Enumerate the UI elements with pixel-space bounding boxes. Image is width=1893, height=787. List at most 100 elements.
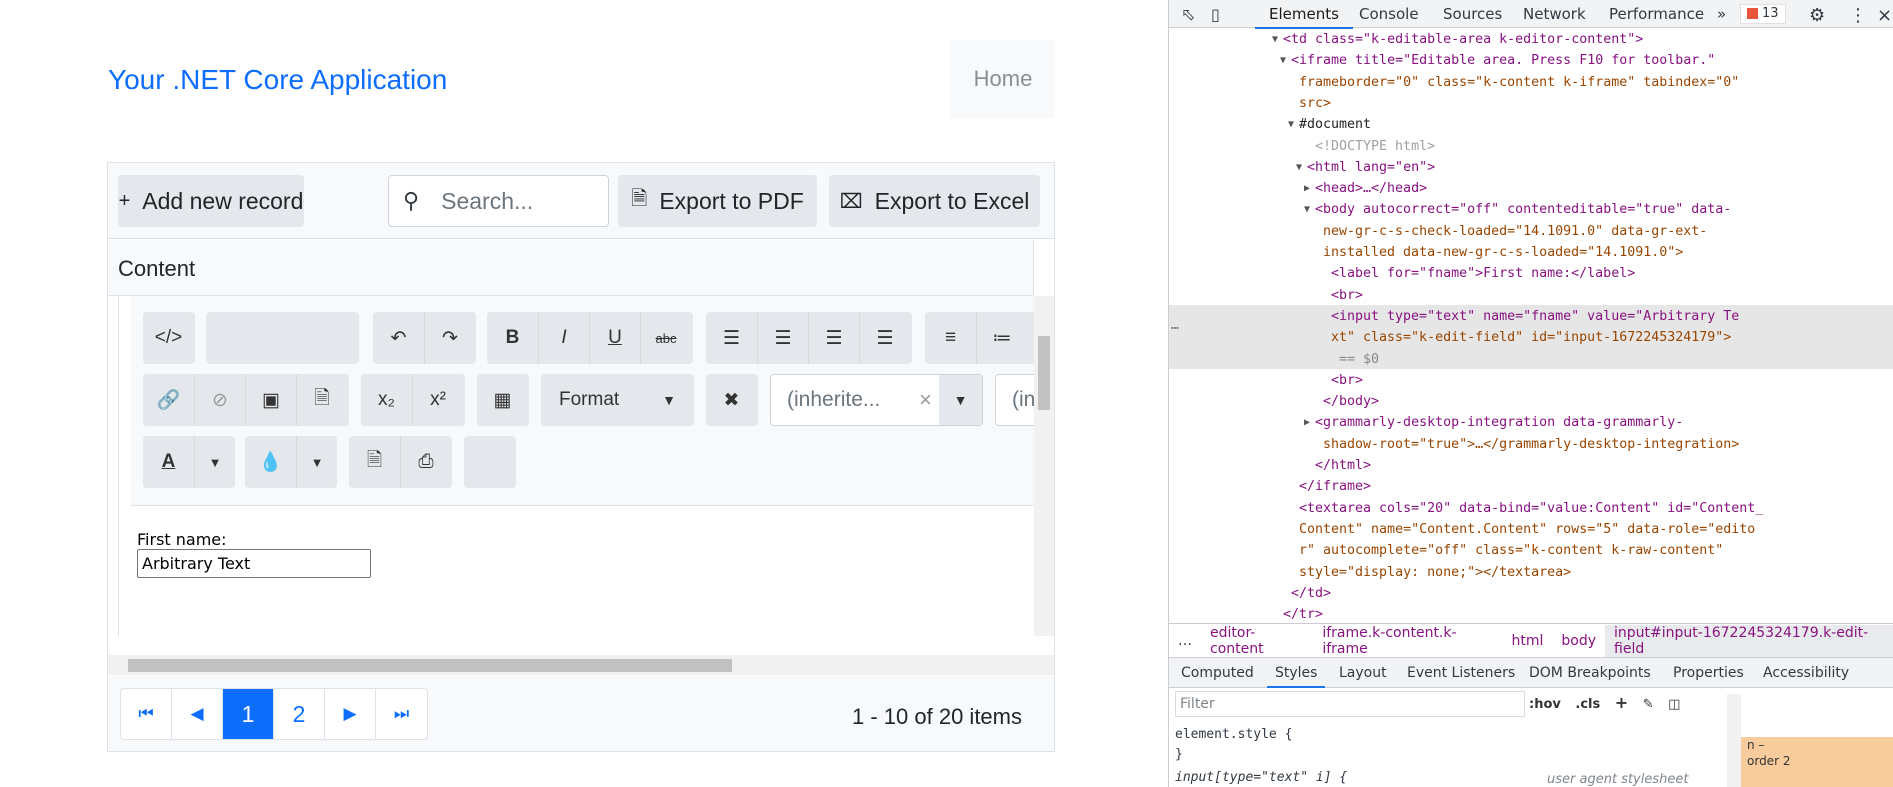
tab-console[interactable]: Console bbox=[1359, 5, 1419, 23]
more-tabs-icon[interactable]: » bbox=[1717, 5, 1726, 23]
font-color-icon[interactable]: A bbox=[143, 436, 194, 488]
expand-arrow-icon[interactable]: ▼ bbox=[1288, 114, 1294, 135]
tab-network[interactable]: Network bbox=[1523, 5, 1586, 23]
dom-node-line[interactable]: <textarea cols="20" data-bind="value:Con… bbox=[1299, 498, 1763, 519]
dom-tree[interactable]: ⋯ <td class="k-editable-area k-editor-co… bbox=[1169, 29, 1893, 623]
breadcrumb-item[interactable]: iframe.k-content.k-iframe bbox=[1313, 625, 1502, 657]
first-name-input[interactable] bbox=[137, 549, 371, 578]
align-left-icon[interactable]: ☰ bbox=[706, 312, 757, 364]
page-2-button[interactable]: 2 bbox=[274, 689, 325, 739]
numbered-list-icon[interactable]: ≔ bbox=[976, 312, 1027, 364]
tab-layout[interactable]: Layout bbox=[1339, 665, 1387, 681]
align-justify-icon[interactable]: ☰ bbox=[859, 312, 910, 364]
tab-sources[interactable]: Sources bbox=[1443, 5, 1502, 23]
dom-node-line[interactable]: <head>…</head> bbox=[1315, 178, 1427, 199]
dom-node-line[interactable]: <body autocorrect="off" contenteditable=… bbox=[1315, 199, 1731, 220]
page-1-button[interactable]: 1 bbox=[223, 689, 274, 739]
breadcrumb-more[interactable]: … bbox=[1169, 633, 1201, 649]
styles-filter-input[interactable]: Filter bbox=[1175, 691, 1525, 717]
expand-arrow-icon[interactable]: ▼ bbox=[1304, 199, 1310, 220]
dom-node-line[interactable]: shadow-root="true">…</grammarly-desktop-… bbox=[1323, 434, 1739, 455]
breadcrumb-item[interactable]: html bbox=[1503, 633, 1553, 649]
background-color-icon[interactable]: 💧 bbox=[245, 436, 296, 488]
search-box[interactable]: ⚲ Search... bbox=[388, 175, 609, 227]
dom-node-line[interactable]: <iframe title="Editable area. Press F10 … bbox=[1291, 50, 1715, 71]
first-page-icon[interactable]: ⏮ bbox=[121, 689, 172, 739]
dom-node-line[interactable]: </iframe> bbox=[1299, 476, 1371, 497]
dom-node-line[interactable]: installed data-new-gr-c-s-loaded="14.109… bbox=[1323, 242, 1683, 263]
italic-icon[interactable]: I bbox=[538, 312, 589, 364]
dom-node-line[interactable]: </html> bbox=[1315, 455, 1371, 476]
dom-node-line[interactable]: <html lang="en"> bbox=[1307, 157, 1435, 178]
align-right-icon[interactable]: ☰ bbox=[808, 312, 859, 364]
close-icon[interactable]: × bbox=[1877, 5, 1892, 26]
add-rule-icon[interactable]: + bbox=[1615, 693, 1628, 712]
subscript-icon[interactable]: x₂ bbox=[361, 374, 412, 426]
element-style-rule[interactable]: element.style { } bbox=[1175, 725, 1292, 765]
dom-node-line[interactable]: <!DOCTYPE html> bbox=[1315, 136, 1435, 157]
inspect-element-icon[interactable]: ⬁ bbox=[1181, 5, 1195, 25]
dom-node-line[interactable]: <label for="fname">First name:</label> bbox=[1331, 263, 1635, 284]
bold-icon[interactable]: B bbox=[487, 312, 538, 364]
search-input[interactable]: Search... bbox=[441, 188, 533, 215]
empty-tool-button[interactable] bbox=[464, 436, 516, 488]
image-icon[interactable]: ▣ bbox=[245, 374, 296, 426]
dom-node-line[interactable]: </td> bbox=[1291, 583, 1331, 604]
editable-area[interactable]: First name: bbox=[131, 506, 1034, 636]
dom-node-line[interactable]: new-gr-c-s-check-loaded="14.1091.0" data… bbox=[1323, 221, 1707, 242]
breadcrumb-item[interactable]: editor-content bbox=[1201, 625, 1313, 657]
export-excel-button[interactable]: ⌧ Export to Excel bbox=[829, 175, 1040, 227]
tab-event-listeners[interactable]: Event Listeners bbox=[1407, 665, 1515, 681]
bullet-list-icon[interactable]: ≡ bbox=[925, 312, 976, 364]
dom-node-line[interactable]: src> bbox=[1299, 93, 1331, 114]
align-center-icon[interactable]: ☰ bbox=[757, 312, 808, 364]
font-name-dropdown[interactable]: (inherite... × ▼ bbox=[770, 374, 983, 426]
issues-badge[interactable]: 13 bbox=[1740, 4, 1786, 24]
dom-node-line[interactable]: </tr> bbox=[1283, 604, 1323, 623]
dom-node-line[interactable]: == $0 bbox=[1339, 349, 1379, 370]
link-icon[interactable]: 🔗 bbox=[143, 374, 194, 426]
tab-elements[interactable]: Elements bbox=[1255, 5, 1353, 29]
breadcrumb-item-selected[interactable]: input#input-1672245324179.k-edit-field bbox=[1605, 624, 1893, 657]
dom-node-line[interactable]: <input type="text" name="fname" value="A… bbox=[1331, 306, 1739, 327]
pdf-export-icon[interactable]: 🗎 bbox=[349, 436, 400, 488]
scroll-thumb[interactable] bbox=[1038, 336, 1050, 410]
scroll-thumb[interactable] bbox=[128, 659, 732, 672]
tab-performance[interactable]: Performance bbox=[1609, 5, 1704, 23]
tab-computed[interactable]: Computed bbox=[1181, 665, 1254, 681]
last-page-icon[interactable]: ⏭ bbox=[376, 689, 427, 739]
dom-node-line[interactable]: Content" name="Content.Content" rows="5"… bbox=[1299, 519, 1755, 540]
cls-toggle[interactable]: .cls bbox=[1575, 697, 1600, 712]
dom-node-line[interactable]: </body> bbox=[1323, 391, 1379, 412]
breadcrumb-item[interactable]: body bbox=[1552, 633, 1605, 649]
format-dropdown[interactable]: Format ▼ bbox=[541, 374, 694, 426]
more-options-icon[interactable]: ⋮ bbox=[1849, 5, 1867, 26]
chevron-down-icon[interactable]: ▼ bbox=[194, 436, 235, 488]
print-icon[interactable]: ⎙ bbox=[400, 436, 451, 488]
styles-scrollbar[interactable] bbox=[1727, 694, 1741, 787]
prev-page-icon[interactable]: ◀ bbox=[172, 689, 223, 739]
expand-arrow-icon[interactable]: ▼ bbox=[1272, 29, 1278, 50]
clear-format-icon[interactable]: ✖ bbox=[706, 374, 757, 426]
dom-node-line[interactable]: <td class="k-editable-area k-editor-cont… bbox=[1283, 29, 1643, 50]
chevron-down-icon[interactable]: ▼ bbox=[939, 375, 982, 425]
column-header-content[interactable]: Content bbox=[108, 240, 1034, 296]
add-record-button[interactable]: + Add new record bbox=[118, 175, 304, 227]
redo-icon[interactable]: ↷ bbox=[424, 312, 475, 364]
dom-node-line[interactable]: frameborder="0" class="k-content k-ifram… bbox=[1299, 72, 1739, 93]
dom-node-line[interactable]: style="display: none;"></textarea> bbox=[1299, 562, 1571, 583]
node-actions-icon[interactable]: ⋯ bbox=[1171, 318, 1179, 339]
device-toolbar-icon[interactable]: ▯ bbox=[1211, 5, 1220, 24]
vertical-scrollbar[interactable] bbox=[1034, 296, 1054, 636]
brand-link[interactable]: Your .NET Core Application bbox=[108, 64, 447, 96]
underline-icon[interactable]: U bbox=[589, 312, 640, 364]
collapse-arrow-icon[interactable]: ▶ bbox=[1304, 178, 1310, 199]
clear-icon[interactable]: × bbox=[919, 387, 932, 413]
tab-dom-breakpoints[interactable]: DOM Breakpoints bbox=[1529, 665, 1651, 681]
tab-properties[interactable]: Properties bbox=[1673, 665, 1744, 681]
dom-node-line[interactable]: r" autocomplete="off" class="k-content k… bbox=[1299, 540, 1723, 561]
dom-node-line[interactable]: <grammarly-desktop-integration data-gram… bbox=[1315, 412, 1683, 433]
superscript-icon[interactable]: x² bbox=[412, 374, 463, 426]
home-nav-link[interactable]: Home bbox=[951, 40, 1055, 118]
insert-file-icon[interactable]: 🗎 bbox=[296, 374, 347, 426]
